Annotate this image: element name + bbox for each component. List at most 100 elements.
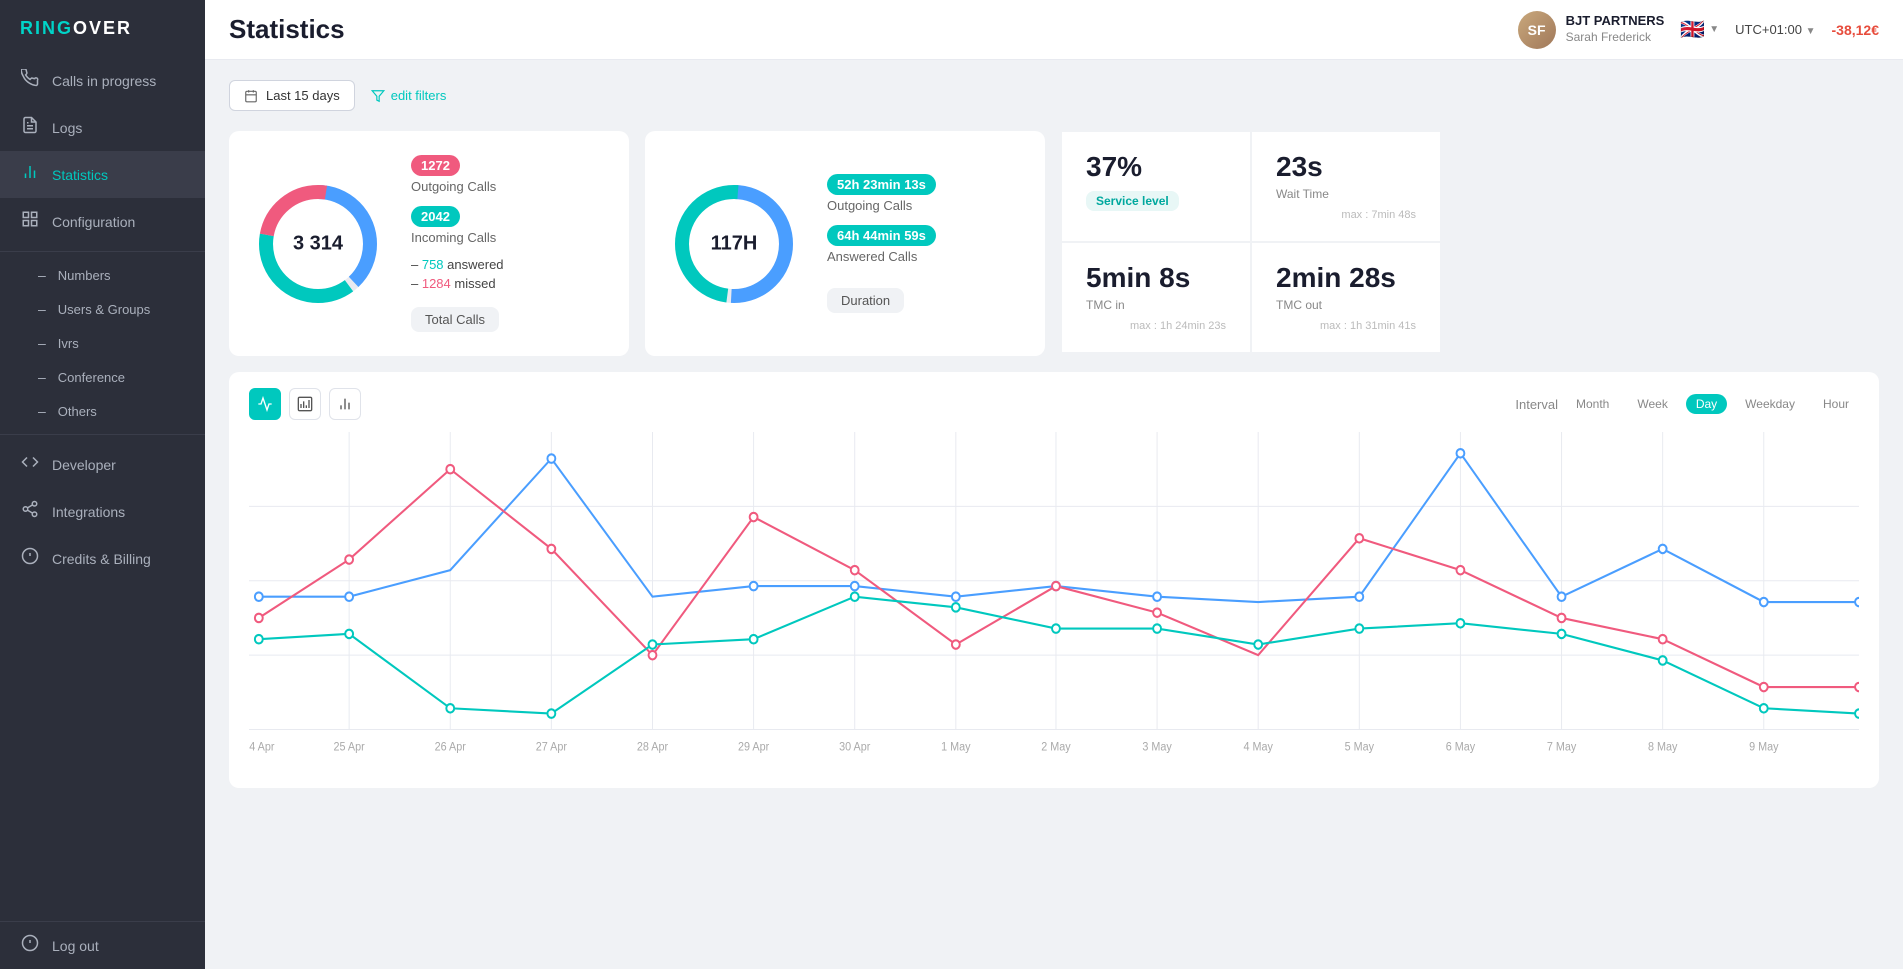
answered-label: answered — [447, 257, 503, 272]
outgoing-badge: 1272 — [411, 155, 460, 176]
logo: RINGOVER — [0, 0, 205, 57]
tmc-in-cell: 5min 8s TMC in max : 1h 24min 23s — [1061, 242, 1251, 353]
interval-day[interactable]: Day — [1686, 394, 1727, 414]
sidebar-divider-2 — [0, 434, 205, 435]
svg-text:7 May: 7 May — [1547, 741, 1577, 753]
statistics-icon — [20, 163, 40, 186]
page-title: Statistics — [229, 14, 345, 45]
tmc-out-cell: 2min 28s TMC out max : 1h 31min 41s — [1251, 242, 1441, 353]
sidebar-sub-ivrs[interactable]: – Ivrs — [0, 326, 205, 360]
wait-time-cell: 23s Wait Time max : 7min 48s — [1251, 131, 1441, 242]
answered-duration-badge: 64h 44min 59s — [827, 225, 936, 246]
wait-time-label: Wait Time — [1276, 187, 1416, 201]
outgoing-label: Outgoing Calls — [411, 179, 605, 194]
total-calls-card: 3 314 1272 Outgoing Calls 2042 Incoming … — [229, 131, 629, 356]
sidebar-item-logout[interactable]: Log out — [0, 921, 205, 969]
date-filter-button[interactable]: Last 15 days — [229, 80, 355, 111]
metrics-grid: 37% Service level 23s Wait Time max : 7m… — [1061, 131, 1441, 356]
header: Statistics SF BJT PARTNERS Sarah Frederi… — [205, 0, 1903, 60]
integrations-icon — [20, 500, 40, 523]
answered-value: 758 — [422, 257, 444, 272]
main-content: Statistics SF BJT PARTNERS Sarah Frederi… — [205, 0, 1903, 969]
interval-label: Interval — [1515, 397, 1558, 412]
flag-chevron: ▼ — [1709, 24, 1719, 35]
svg-text:6 May: 6 May — [1446, 741, 1476, 753]
svg-text:4 May: 4 May — [1243, 741, 1273, 753]
svg-text:2 May: 2 May — [1041, 741, 1071, 753]
logs-icon — [20, 116, 40, 139]
wait-time-value: 23s — [1276, 152, 1416, 183]
chart-type-buttons — [249, 388, 361, 420]
chart-toolbar: Interval Month Week Day Weekday Hour — [249, 388, 1859, 420]
company-name: BJT PARTNERS — [1566, 13, 1665, 30]
missed-label: missed — [454, 276, 495, 291]
svg-text:26 Apr: 26 Apr — [435, 741, 466, 753]
chart-card: Interval Month Week Day Weekday Hour — [229, 372, 1879, 788]
interval-week[interactable]: Week — [1627, 394, 1677, 414]
tmc-in-value: 5min 8s — [1086, 263, 1226, 294]
content-area: Last 15 days edit filters — [205, 60, 1903, 969]
sidebar-item-logs[interactable]: Logs — [0, 104, 205, 151]
header-right: SF BJT PARTNERS Sarah Frederick 🇬🇧 ▼ UTC… — [1518, 11, 1879, 49]
chart-interval-selector: Interval Month Week Day Weekday Hour — [1515, 394, 1859, 414]
tmc-in-sub: max : 1h 24min 23s — [1086, 320, 1226, 332]
answered-line: – 758 answered — [411, 257, 605, 272]
line-chart-svg: 24 Apr 25 Apr 26 Apr 27 Apr 28 Apr 29 Ap… — [249, 432, 1859, 772]
sidebar-sub-users-groups[interactable]: – Users & Groups — [0, 292, 205, 326]
service-level-cell: 37% Service level — [1061, 131, 1251, 242]
svg-text:5 May: 5 May — [1345, 741, 1375, 753]
sidebar-item-statistics[interactable]: Statistics — [0, 151, 205, 198]
language-selector[interactable]: 🇬🇧 ▼ — [1680, 17, 1719, 42]
developer-icon — [20, 453, 40, 476]
timezone-selector[interactable]: UTC+01:00 ▼ — [1735, 22, 1815, 37]
sidebar-item-credits-billing[interactable]: Credits & Billing — [0, 535, 205, 582]
duration-value: 117H — [711, 232, 758, 255]
duration-donut: 117H — [669, 179, 799, 309]
incoming-label: Incoming Calls — [411, 230, 605, 245]
interval-month[interactable]: Month — [1566, 394, 1619, 414]
service-level-value: 37% — [1086, 152, 1226, 183]
sidebar-billing-label: Credits & Billing — [52, 551, 151, 567]
sidebar-developer-label: Developer — [52, 457, 116, 473]
svg-text:24 Apr: 24 Apr — [249, 741, 275, 753]
sidebar-item-integrations[interactable]: Integrations — [0, 488, 205, 535]
edit-filters-button[interactable]: edit filters — [371, 88, 447, 103]
stats-row: 3 314 1272 Outgoing Calls 2042 Incoming … — [229, 131, 1879, 356]
total-calls-value: 3 314 — [293, 232, 343, 255]
edit-filters-label: edit filters — [391, 88, 447, 103]
wait-time-sub: max : 7min 48s — [1276, 209, 1416, 221]
avatar: SF — [1518, 11, 1556, 49]
config-icon — [20, 210, 40, 233]
svg-text:28 Apr: 28 Apr — [637, 741, 668, 753]
sidebar-sub-others[interactable]: – Others — [0, 394, 205, 428]
sidebar-sub-numbers[interactable]: – Numbers — [0, 258, 205, 292]
interval-hour[interactable]: Hour — [1813, 394, 1859, 414]
user-profile[interactable]: SF BJT PARTNERS Sarah Frederick — [1518, 11, 1665, 49]
phone-icon — [20, 69, 40, 92]
tmc-in-label: TMC in — [1086, 298, 1226, 312]
user-info: BJT PARTNERS Sarah Frederick — [1566, 13, 1665, 45]
sidebar-item-configuration[interactable]: Configuration — [0, 198, 205, 245]
sidebar-item-calls-in-progress[interactable]: Calls in progress — [0, 57, 205, 104]
duration-info: 52h 23min 13s Outgoing Calls 64h 44min 5… — [827, 174, 1021, 313]
account-balance: -38,12€ — [1832, 22, 1879, 38]
logout-icon — [20, 934, 40, 957]
chart-line-button[interactable] — [249, 388, 281, 420]
chart-area-button[interactable] — [289, 388, 321, 420]
filter-icon — [371, 89, 385, 103]
sidebar-sub-conference[interactable]: – Conference — [0, 360, 205, 394]
sidebar-item-developer[interactable]: Developer — [0, 441, 205, 488]
tmc-out-label: TMC out — [1276, 298, 1416, 312]
flag-icon: 🇬🇧 — [1680, 17, 1705, 42]
duration-footer: Duration — [827, 288, 904, 313]
bar-chart-icon — [337, 396, 353, 412]
total-calls-donut: 3 314 — [253, 179, 383, 309]
chart-bar-button[interactable] — [329, 388, 361, 420]
sidebar: RINGOVER Calls in progress Logs Statisti… — [0, 0, 205, 969]
user-name: Sarah Frederick — [1566, 30, 1665, 46]
svg-text:1 May: 1 May — [941, 741, 971, 753]
total-calls-footer: Total Calls — [411, 307, 499, 332]
sidebar-divider-1 — [0, 251, 205, 252]
svg-text:8 May: 8 May — [1648, 741, 1678, 753]
interval-weekday[interactable]: Weekday — [1735, 394, 1805, 414]
